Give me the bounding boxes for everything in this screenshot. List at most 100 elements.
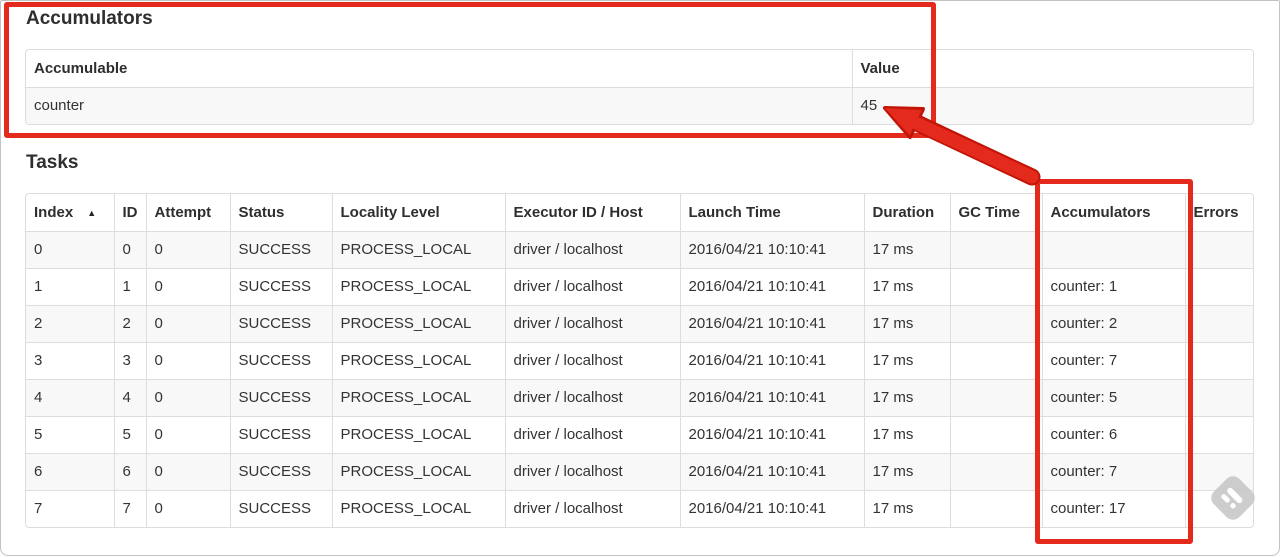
table-row: 3 3 0 SUCCESS PROCESS_LOCAL driver / loc… [26,341,1253,379]
cell-status: SUCCESS [229,304,332,342]
cell-id: 7 [113,489,146,527]
column-header-launch-time[interactable]: Launch Time [679,194,864,231]
cell-attempt: 0 [145,415,230,453]
window-frame: Accumulators Accumulable Value counter 4… [0,0,1280,556]
table-row: 7 7 0 SUCCESS PROCESS_LOCAL driver / loc… [26,489,1253,527]
cell-gc-time [949,304,1042,342]
cell-id: 1 [113,267,146,305]
cell-errors [1184,230,1253,268]
cell-launch-time: 2016/04/21 10:10:41 [679,341,864,379]
column-header-accumulable[interactable]: Accumulable [26,50,852,87]
cell-index: 4 [26,378,114,416]
cell-errors [1184,452,1253,490]
cell-duration: 17 ms [863,267,950,305]
cell-id: 5 [113,415,146,453]
table-row: 1 1 0 SUCCESS PROCESS_LOCAL driver / loc… [26,267,1253,305]
column-header-index[interactable]: Index ▲ [26,194,114,231]
cell-accumulators: counter: 6 [1041,415,1185,453]
tasks-header-row: Index ▲ ID Attempt Status Locality Level … [26,194,1253,231]
cell-locality: PROCESS_LOCAL [331,341,505,379]
cell-locality: PROCESS_LOCAL [331,230,505,268]
cell-launch-time: 2016/04/21 10:10:41 [679,452,864,490]
cell-index: 1 [26,267,114,305]
cell-index: 2 [26,304,114,342]
cell-attempt: 0 [145,304,230,342]
accumulable-name-cell: counter [26,86,852,124]
cell-attempt: 0 [145,489,230,527]
column-header-locality-level[interactable]: Locality Level [331,194,505,231]
cell-duration: 17 ms [863,341,950,379]
table-row: 5 5 0 SUCCESS PROCESS_LOCAL driver / loc… [26,415,1253,453]
cell-accumulators: counter: 17 [1041,489,1185,527]
column-header-errors[interactable]: Errors [1184,194,1253,231]
cell-duration: 17 ms [863,489,950,527]
cell-executor: driver / localhost [504,341,680,379]
column-header-id[interactable]: ID [113,194,146,231]
column-header-executor-id-host[interactable]: Executor ID / Host [504,194,680,231]
cell-attempt: 0 [145,267,230,305]
cell-accumulators [1041,230,1185,268]
cell-status: SUCCESS [229,341,332,379]
column-header-duration[interactable]: Duration [863,194,950,231]
table-row: 2 2 0 SUCCESS PROCESS_LOCAL driver / loc… [26,304,1253,342]
cell-executor: driver / localhost [504,452,680,490]
cell-index: 7 [26,489,114,527]
cell-locality: PROCESS_LOCAL [331,452,505,490]
cell-index: 6 [26,452,114,490]
cell-attempt: 0 [145,230,230,268]
cell-locality: PROCESS_LOCAL [331,415,505,453]
cell-locality: PROCESS_LOCAL [331,378,505,416]
cell-gc-time [949,230,1042,268]
cell-errors [1184,489,1253,527]
column-header-index-label: Index [34,203,74,221]
cell-launch-time: 2016/04/21 10:10:41 [679,415,864,453]
column-header-value[interactable]: Value [851,50,1253,87]
cell-launch-time: 2016/04/21 10:10:41 [679,304,864,342]
cell-accumulators: counter: 1 [1041,267,1185,305]
table-row: 0 0 0 SUCCESS PROCESS_LOCAL driver / loc… [26,230,1253,268]
cell-status: SUCCESS [229,415,332,453]
cell-status: SUCCESS [229,267,332,305]
cell-attempt: 0 [145,452,230,490]
cell-id: 6 [113,452,146,490]
accumulators-table: Accumulable Value counter 45 [25,49,1254,125]
cell-gc-time [949,341,1042,379]
accumulators-header-row: Accumulable Value [26,50,1253,87]
cell-gc-time [949,267,1042,305]
cell-duration: 17 ms [863,304,950,342]
cell-id: 2 [113,304,146,342]
column-header-attempt[interactable]: Attempt [145,194,230,231]
cell-locality: PROCESS_LOCAL [331,489,505,527]
cell-launch-time: 2016/04/21 10:10:41 [679,489,864,527]
table-row: 6 6 0 SUCCESS PROCESS_LOCAL driver / loc… [26,452,1253,490]
cell-gc-time [949,415,1042,453]
accumulators-section-title: Accumulators [26,8,153,29]
table-row: 4 4 0 SUCCESS PROCESS_LOCAL driver / loc… [26,378,1253,416]
cell-id: 3 [113,341,146,379]
cell-gc-time [949,452,1042,490]
cell-status: SUCCESS [229,230,332,268]
cell-attempt: 0 [145,378,230,416]
column-header-gc-time[interactable]: GC Time [949,194,1042,231]
cell-executor: driver / localhost [504,378,680,416]
cell-id: 4 [113,378,146,416]
cell-index: 3 [26,341,114,379]
cell-executor: driver / localhost [504,230,680,268]
cell-index: 0 [26,230,114,268]
cell-errors [1184,304,1253,342]
cell-gc-time [949,378,1042,416]
cell-executor: driver / localhost [504,415,680,453]
cell-status: SUCCESS [229,378,332,416]
cell-id: 0 [113,230,146,268]
cell-duration: 17 ms [863,230,950,268]
table-row: counter 45 [26,86,1253,124]
column-header-accumulators[interactable]: Accumulators [1041,194,1185,231]
cell-attempt: 0 [145,341,230,379]
cell-errors [1184,378,1253,416]
cell-accumulators: counter: 7 [1041,341,1185,379]
tasks-table: Index ▲ ID Attempt Status Locality Level … [25,193,1254,528]
cell-index: 5 [26,415,114,453]
column-header-status[interactable]: Status [229,194,332,231]
cell-gc-time [949,489,1042,527]
cell-errors [1184,341,1253,379]
